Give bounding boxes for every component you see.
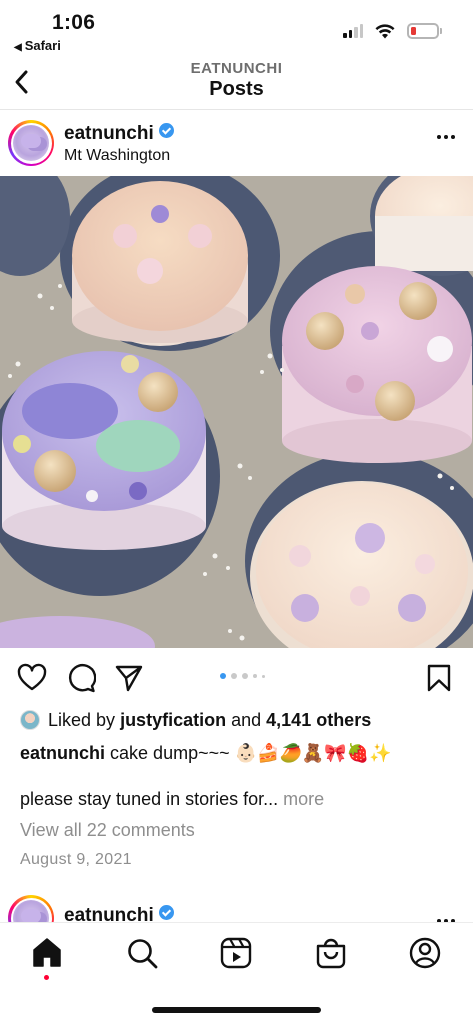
posts-header: EATNUNCHI Posts <box>0 58 473 110</box>
clock-time: 1:06 <box>52 11 96 34</box>
carousel-dot <box>231 673 237 679</box>
shop-icon[interactable] <box>314 936 348 970</box>
next-post-username[interactable]: eatnunchi <box>64 905 174 922</box>
page-title: Posts <box>209 78 264 100</box>
view-comments-link[interactable]: View all 22 comments <box>20 820 195 841</box>
verified-badge-icon <box>158 905 174 920</box>
status-bar: 1:06 ◀ Safari <box>0 0 473 58</box>
verified-badge-icon <box>158 123 174 138</box>
username-text: eatnunchi <box>64 123 154 144</box>
next-post-header: eatnunchi <box>0 880 473 922</box>
back-to-safari-link[interactable]: ◀ Safari <box>14 38 61 53</box>
profile-icon[interactable] <box>408 936 442 970</box>
post-date: August 9, 2021 <box>20 851 132 868</box>
post-header: eatnunchi Mt Washington <box>0 110 473 176</box>
home-indicator[interactable] <box>152 1007 321 1013</box>
back-triangle-icon: ◀ <box>14 42 22 53</box>
avatar-story-ring[interactable] <box>8 120 54 166</box>
next-avatar-story-ring[interactable] <box>8 895 54 922</box>
liked-by-user[interactable]: justyfication <box>120 710 226 731</box>
liked-by-and: and <box>231 709 262 730</box>
post-photo[interactable] <box>0 176 473 648</box>
back-chevron-icon[interactable] <box>8 64 38 100</box>
liked-by-prefix: Liked by <box>48 709 116 730</box>
post-username[interactable]: eatnunchi <box>64 123 174 145</box>
carousel-dot <box>253 674 257 678</box>
caption-username[interactable]: eatnunchi <box>20 743 105 763</box>
avatar <box>13 900 49 922</box>
reels-icon[interactable] <box>219 936 253 970</box>
ellipsis-icon[interactable] <box>435 132 457 142</box>
status-indicators <box>343 22 442 40</box>
battery-icon <box>407 23 442 39</box>
cellular-signal-icon <box>343 24 363 38</box>
share-icon[interactable] <box>114 663 144 693</box>
carousel-dot <box>220 673 226 679</box>
heart-icon[interactable] <box>17 663 47 693</box>
home-icon[interactable] <box>30 936 64 970</box>
caption: eatnunchi cake dump~~~ 👶🏻🍰🥭🧸🎀🍓✨ <box>20 740 460 766</box>
profile-handle-heading: EATNUNCHI <box>190 60 283 77</box>
post-actions <box>0 648 473 706</box>
caption-continued: please stay tuned in stories for... more <box>20 789 324 810</box>
notification-dot <box>44 975 49 980</box>
carousel-dot <box>262 674 265 678</box>
post-location[interactable]: Mt Washington <box>64 147 170 165</box>
liked-by-others[interactable]: 4,141 others <box>266 710 371 731</box>
wifi-icon <box>375 23 395 38</box>
caption-text: cake dump~~~ 👶🏻🍰🥭🧸🎀🍓✨ <box>110 743 392 763</box>
liked-by-line[interactable]: Liked by justyfication and 4,141 others <box>20 708 371 732</box>
carousel-dots <box>220 673 265 679</box>
cake-photo-illustration <box>0 176 473 648</box>
username-text: eatnunchi <box>64 905 154 922</box>
search-icon[interactable] <box>125 936 159 970</box>
liker-avatar <box>20 710 40 730</box>
bookmark-icon[interactable] <box>424 663 454 693</box>
carousel-dot <box>242 673 248 679</box>
back-app-label: Safari <box>24 38 61 53</box>
avatar <box>13 125 49 161</box>
caption-more-link[interactable]: more <box>283 789 324 809</box>
comment-icon[interactable] <box>66 663 96 693</box>
caption-line2: please stay tuned in stories for... <box>20 789 279 809</box>
